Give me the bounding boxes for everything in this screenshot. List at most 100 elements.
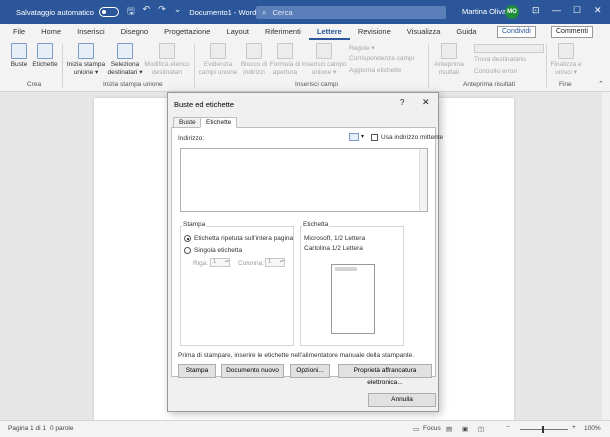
- page-count[interactable]: Pagina 1 di 1: [8, 425, 46, 432]
- tab-lettere[interactable]: Lettere: [308, 24, 350, 40]
- tab-visualizza[interactable]: Visualizza: [399, 24, 449, 40]
- controllo-errori-button[interactable]: Controllo errori: [474, 68, 517, 75]
- label-preview[interactable]: [331, 264, 375, 334]
- mail-merge-icon: [78, 43, 94, 59]
- group-stampa-unione-label: Inizia stampa unione: [103, 81, 163, 88]
- trova-destinatario-button[interactable]: Trova destinatario: [474, 56, 526, 63]
- usa-mittente-checkbox[interactable]: Usa indirizzo mittente: [371, 134, 443, 141]
- riga-label: Riga:: [193, 260, 209, 267]
- comments-button[interactable]: Commenti: [551, 26, 593, 38]
- etichetta-legend: Etichetta: [302, 221, 330, 228]
- print-layout-icon[interactable]: ▣: [462, 425, 468, 433]
- stampa-fieldset: [180, 226, 294, 346]
- share-button[interactable]: Condividi: [497, 26, 536, 38]
- tab-progettazione[interactable]: Progettazione: [156, 24, 218, 40]
- tab-home[interactable]: Home: [33, 24, 69, 40]
- vertical-scrollbar[interactable]: [602, 92, 610, 420]
- user-name[interactable]: Martina Oliva: [462, 7, 506, 16]
- colonna-label: Colonna:: [238, 260, 265, 267]
- evidenzia-campi-button[interactable]: Evidenzia campi unione: [197, 43, 239, 76]
- zoom-out-icon[interactable]: −: [506, 424, 510, 431]
- label-product[interactable]: Cartolina 1/2 Lettera: [304, 245, 363, 252]
- inserisci-campo-button[interactable]: Inserisci campo unione ▾: [301, 43, 347, 76]
- search-icon: ⌕: [262, 7, 267, 17]
- help-icon[interactable]: ?: [400, 98, 404, 107]
- focus-icon[interactable]: ▭: [413, 425, 419, 433]
- redo-icon[interactable]: ↷: [158, 4, 166, 20]
- colonna-spinner[interactable]: 1: [265, 258, 285, 267]
- opzioni-button[interactable]: Opzioni...: [290, 364, 330, 378]
- group-divider: [546, 44, 547, 88]
- stampa-button[interactable]: Stampa: [178, 364, 216, 378]
- buste-button[interactable]: Buste: [8, 43, 30, 69]
- labels-icon: [37, 43, 53, 59]
- riga-spinner[interactable]: 1: [210, 258, 230, 267]
- label-vendor[interactable]: Microsoft, 1/2 Lettera: [304, 235, 365, 242]
- address-scrollbar[interactable]: [419, 149, 427, 211]
- insert-field-icon: [316, 43, 332, 59]
- zoom-in-icon[interactable]: +: [572, 424, 576, 431]
- label-preview-cell: [335, 267, 357, 271]
- annulla-button[interactable]: Annulla: [368, 393, 436, 407]
- checkbox-icon: [371, 134, 378, 141]
- tab-revisione[interactable]: Revisione: [350, 24, 399, 40]
- group-campi-label: Inserisci campi: [295, 81, 338, 88]
- formula-apertura-button[interactable]: Formula di apertura: [269, 43, 301, 76]
- ribbon-display-icon[interactable]: ⊡: [532, 5, 540, 16]
- read-mode-icon[interactable]: ▤: [446, 425, 452, 433]
- save-icon[interactable]: 🖫: [127, 4, 135, 20]
- chevron-down-icon[interactable]: ▾: [361, 133, 364, 140]
- zoom-level[interactable]: 100%: [584, 425, 601, 432]
- web-layout-icon[interactable]: ◫: [478, 425, 484, 433]
- etichette-button[interactable]: Etichette: [32, 43, 58, 69]
- autosave-label: Salvataggio automatico: [16, 7, 94, 17]
- tab-guida[interactable]: Guida: [448, 24, 484, 40]
- corrispondenza-campi-button[interactable]: Corrispondenza campi: [349, 55, 414, 62]
- envelope-icon: [11, 43, 27, 59]
- collapse-ribbon-icon[interactable]: ⌃: [598, 80, 604, 88]
- blocco-indirizzi-button[interactable]: Blocco di indirizzi: [239, 43, 269, 76]
- address-textarea[interactable]: [180, 148, 428, 212]
- autosave-toggle[interactable]: [98, 7, 119, 17]
- zoom-slider-thumb[interactable]: [542, 426, 544, 433]
- tab-file[interactable]: File: [0, 24, 33, 40]
- tab-layout[interactable]: Layout: [218, 24, 257, 40]
- focus-label[interactable]: Focus: [423, 425, 441, 432]
- documento-nuovo-button[interactable]: Documento nuovo: [221, 364, 284, 378]
- regole-button[interactable]: Regole ▾: [349, 44, 375, 52]
- anteprima-risultati-button[interactable]: Anteprima risultati: [431, 43, 467, 76]
- modifica-elenco-button[interactable]: Modifica elenco destinatari: [143, 43, 191, 76]
- avatar[interactable]: MO: [505, 5, 519, 19]
- tab-etichette[interactable]: Etichette: [200, 117, 238, 128]
- word-count[interactable]: 0 parole: [50, 425, 74, 432]
- record-navigator[interactable]: [474, 44, 544, 53]
- radio-icon: [184, 247, 191, 254]
- customize-toolbar-icon[interactable]: ⌄: [174, 4, 182, 20]
- affrancatura-button[interactable]: Proprietà affrancatura elettronica...: [338, 364, 432, 386]
- dialog-close-icon[interactable]: ✕: [422, 97, 430, 108]
- tab-disegno[interactable]: Disegno: [113, 24, 157, 40]
- tab-inserisci[interactable]: Inserisci: [69, 24, 113, 40]
- finalizza-unisci-button[interactable]: Finalizza e unisci ▾: [549, 43, 583, 76]
- undo-icon[interactable]: ↶: [143, 4, 151, 20]
- search-box[interactable]: ⌕ Cerca: [256, 6, 446, 19]
- zoom-slider[interactable]: [520, 429, 568, 430]
- quick-access-toolbar: 🖫 ↶ ↷ ⌄: [127, 4, 181, 20]
- ribbon-tabs: File Home Inserisci Disegno Progettazion…: [0, 24, 610, 40]
- printer-note: Prima di stampare, inserire le etichette…: [178, 352, 415, 359]
- maximize-icon[interactable]: ☐: [573, 5, 581, 16]
- inizia-stampa-unione-button[interactable]: Inizia stampa unione ▾: [65, 43, 107, 76]
- etichette-panel: Indirizzo: ▾ Usa indirizzo mittente Stam…: [171, 127, 443, 386]
- tab-riferimenti[interactable]: Riferimenti: [257, 24, 309, 40]
- radio-single-label[interactable]: Singola etichetta: [184, 247, 242, 254]
- group-fine-label: Fine: [559, 81, 572, 88]
- preview-results-icon: [441, 43, 457, 59]
- document-title: Documento1 - Word: [189, 7, 257, 17]
- finish-merge-icon: [558, 43, 574, 59]
- close-icon[interactable]: ✕: [594, 5, 602, 16]
- aggiorna-etichette-button[interactable]: Aggiorna etichette: [349, 67, 401, 74]
- seleziona-destinatari-button[interactable]: Seleziona destinatari ▾: [107, 43, 143, 76]
- minimize-icon[interactable]: —: [552, 5, 561, 15]
- address-book-icon[interactable]: [349, 133, 359, 141]
- radio-full-page[interactable]: Etichetta ripetuta sull'intera pagina: [184, 235, 293, 242]
